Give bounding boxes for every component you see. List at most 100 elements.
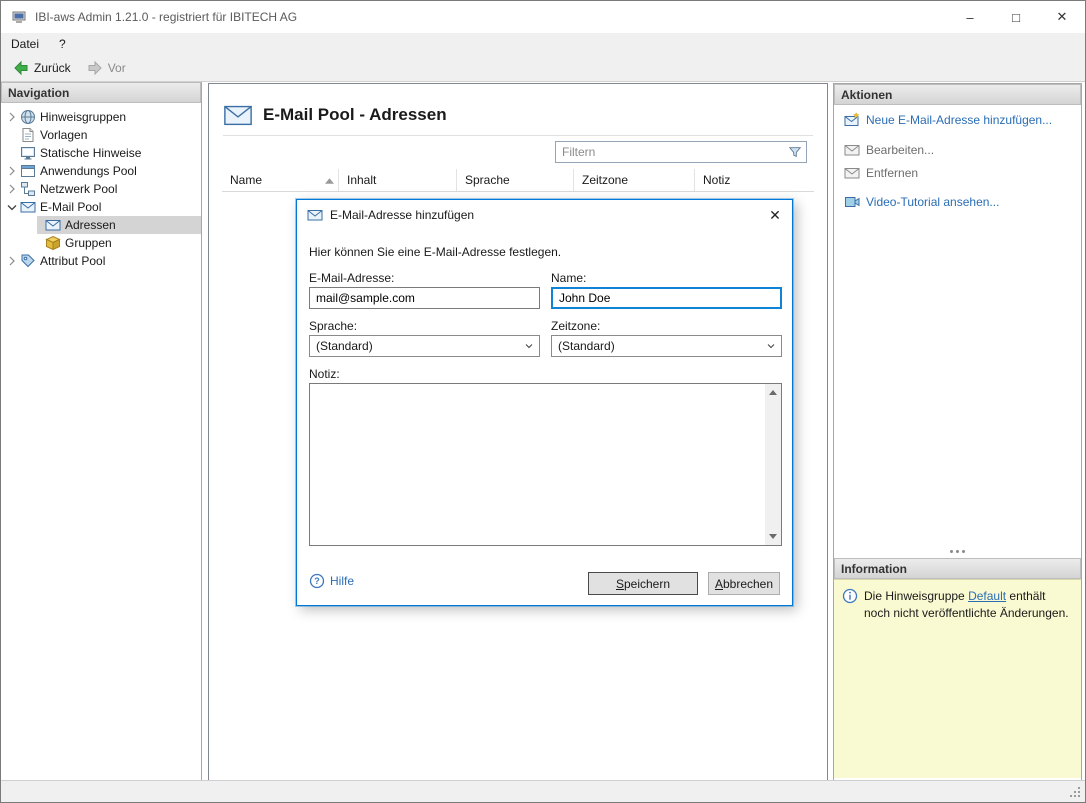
scroll-up-icon[interactable] xyxy=(769,390,777,395)
envelope-plus-icon xyxy=(844,112,860,128)
chevron-right-icon[interactable] xyxy=(4,253,20,269)
right-column: Aktionen Neue E-Mail-Adresse hinzufügen.… xyxy=(833,83,1082,781)
dialog-description: Hier können Sie eine E-Mail-Adresse fest… xyxy=(309,245,561,259)
action-label: Neue E-Mail-Adresse hinzufügen... xyxy=(866,113,1052,127)
textarea-scrollbar[interactable] xyxy=(765,384,781,545)
chevron-spacer xyxy=(4,145,20,161)
information-box: Die Hinweisgruppe Default enthält noch n… xyxy=(834,579,1081,778)
action-label: Entfernen xyxy=(866,166,918,180)
timezone-label: Zeitzone: xyxy=(551,319,600,333)
forward-arrow-icon xyxy=(87,60,103,76)
language-select[interactable]: (Standard) xyxy=(309,335,540,357)
chevron-right-icon[interactable] xyxy=(4,181,20,197)
action-remove[interactable]: Entfernen xyxy=(844,163,918,183)
action-new-email-address[interactable]: Neue E-Mail-Adresse hinzufügen... xyxy=(844,110,1052,130)
minimize-button[interactable]: – xyxy=(947,1,993,33)
save-button[interactable]: Speichern xyxy=(588,572,698,595)
timezone-select[interactable]: (Standard) xyxy=(551,335,782,357)
language-label: Sprache: xyxy=(309,319,357,333)
nav-item-email-pool[interactable]: E-Mail Pool xyxy=(1,198,201,216)
chevron-right-icon[interactable] xyxy=(4,163,20,179)
action-video-tutorial[interactable]: Video-Tutorial ansehen... xyxy=(844,192,999,212)
navigation-panel: Navigation Hinweisgruppen Vorlagen Stati… xyxy=(1,82,202,781)
close-button[interactable]: ✕ xyxy=(1039,1,1085,33)
title-separator xyxy=(223,135,813,136)
navigation-tree: Hinweisgruppen Vorlagen Statische Hinwei… xyxy=(1,103,201,270)
column-header-zeitzone[interactable]: Zeitzone xyxy=(574,169,695,191)
nav-item-hinweisgruppen[interactable]: Hinweisgruppen xyxy=(1,108,201,126)
column-header-notiz[interactable]: Notiz xyxy=(695,169,814,191)
column-header-name[interactable]: Name xyxy=(222,169,339,191)
page-title: E-Mail Pool - Adressen xyxy=(263,105,447,125)
chevron-right-icon[interactable] xyxy=(4,109,20,125)
default-group-link[interactable]: Default xyxy=(968,589,1006,603)
column-header-inhalt[interactable]: Inhalt xyxy=(339,169,457,191)
title-bar: IBI-aws Admin 1.21.0 - registriert für I… xyxy=(1,1,1085,33)
note-textarea[interactable] xyxy=(309,383,782,546)
chevron-down-icon xyxy=(519,340,539,352)
action-edit[interactable]: Bearbeiten... xyxy=(844,140,934,160)
nav-item-label: Statische Hinweise xyxy=(40,146,141,160)
back-button[interactable]: Zurück xyxy=(7,57,77,79)
video-icon xyxy=(844,194,860,210)
nav-item-label: Hinweisgruppen xyxy=(40,110,126,124)
add-email-dialog: E-Mail-Adresse hinzufügen ✕ Hier können … xyxy=(296,199,793,606)
scroll-down-icon[interactable] xyxy=(769,534,777,539)
column-header-sprache[interactable]: Sprache xyxy=(457,169,574,191)
nav-item-label: E-Mail Pool xyxy=(40,200,101,214)
nav-item-netzwerk-pool[interactable]: Netzwerk Pool xyxy=(1,180,201,198)
help-link[interactable]: ? Hilfe xyxy=(309,573,354,589)
app-window: IBI-aws Admin 1.21.0 - registriert für I… xyxy=(0,0,1086,803)
nav-item-vorlagen[interactable]: Vorlagen xyxy=(1,126,201,144)
help-link-label: Hilfe xyxy=(330,574,354,588)
name-label: Name: xyxy=(551,271,586,285)
nav-item-adressen[interactable]: Adressen xyxy=(37,216,201,234)
information-header: Information xyxy=(834,558,1081,579)
package-icon xyxy=(45,235,61,251)
menu-datei[interactable]: Datei xyxy=(1,33,49,54)
back-arrow-icon xyxy=(13,60,29,76)
email-field[interactable] xyxy=(309,287,540,309)
forward-button[interactable]: Vor xyxy=(81,57,132,79)
nav-item-anwendungs-pool[interactable]: Anwendungs Pool xyxy=(1,162,201,180)
svg-text:?: ? xyxy=(314,576,320,586)
envelope-icon xyxy=(307,207,323,223)
name-field[interactable] xyxy=(551,287,782,309)
toolbar: Zurück Vor xyxy=(1,54,1085,82)
nav-item-label: Vorlagen xyxy=(40,128,87,142)
navigation-header: Navigation xyxy=(1,82,201,103)
panel-splitter-handle[interactable] xyxy=(834,546,1081,556)
envelope-edit-icon xyxy=(844,142,860,158)
cancel-button[interactable]: Abbrechen xyxy=(708,572,780,595)
nav-item-label: Gruppen xyxy=(65,236,112,250)
column-label: Zeitzone xyxy=(582,173,628,187)
timezone-select-value: (Standard) xyxy=(558,339,615,353)
menu-help[interactable]: ? xyxy=(49,33,76,54)
envelope-icon xyxy=(20,199,36,215)
save-button-label: Speichern xyxy=(616,577,670,591)
dialog-close-button[interactable]: ✕ xyxy=(758,200,792,230)
back-button-label: Zurück xyxy=(34,61,71,75)
filter-input[interactable] xyxy=(556,145,784,159)
action-label: Bearbeiten... xyxy=(866,143,934,157)
envelope-icon xyxy=(45,217,61,233)
help-icon: ? xyxy=(309,573,325,589)
info-icon xyxy=(842,588,858,604)
nav-item-gruppen[interactable]: Gruppen xyxy=(37,234,201,252)
column-label: Name xyxy=(230,173,262,187)
dialog-title: E-Mail-Adresse hinzufügen xyxy=(330,208,474,222)
filter-funnel-icon[interactable] xyxy=(784,145,806,159)
app-window-icon xyxy=(20,163,36,179)
note-label: Notiz: xyxy=(309,367,340,381)
window-title: IBI-aws Admin 1.21.0 - registriert für I… xyxy=(35,10,297,24)
resize-grip-icon[interactable] xyxy=(1078,795,1080,797)
envelope-remove-icon xyxy=(844,165,860,181)
tag-icon xyxy=(20,253,36,269)
dialog-title-bar: E-Mail-Adresse hinzufügen xyxy=(297,200,792,230)
information-text-before: Die Hinweisgruppe xyxy=(864,589,968,603)
chevron-down-icon[interactable] xyxy=(4,199,20,215)
nav-item-attribut-pool[interactable]: Attribut Pool xyxy=(1,252,201,270)
nav-item-statische-hinweise[interactable]: Statische Hinweise xyxy=(1,144,201,162)
column-label: Notiz xyxy=(703,173,730,187)
maximize-button[interactable]: □ xyxy=(993,1,1039,33)
